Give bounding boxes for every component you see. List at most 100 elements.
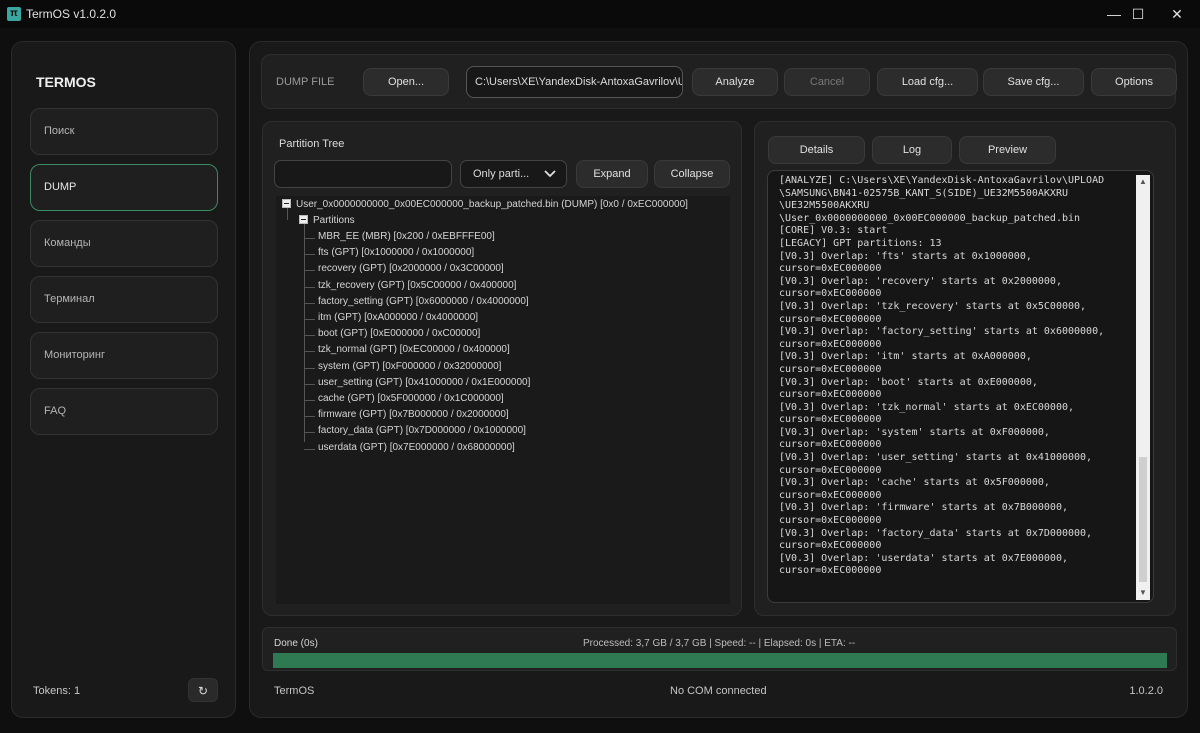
tree-node-label: cache (GPT) [0x5F000000 / 0x1C000000] — [318, 393, 504, 404]
details-log-output[interactable]: [ANALYZE] C:\Users\XE\YandexDisk-AntoxaG… — [767, 170, 1154, 603]
open-button[interactable]: Open... — [363, 68, 449, 96]
dump-file-label: DUMP FILE — [276, 76, 335, 88]
partition-node[interactable]: firmware (GPT) [0x7B000000 / 0x2000000] — [318, 409, 509, 420]
tree-node-label: tzk_recovery (GPT) [0x5C00000 / 0x400000… — [318, 279, 517, 291]
tree-node-label: MBR_EE (MBR) [0x200 / 0xEBFFFE00] — [318, 231, 495, 242]
scroll-down-arrow-icon[interactable]: ▼ — [1136, 586, 1150, 600]
tree-connector — [304, 238, 315, 239]
main-panel: DUMP FILE Open... C:\Users\XE\YandexDisk… — [249, 41, 1188, 718]
tree-connector — [304, 286, 315, 288]
tree-connector — [304, 448, 315, 450]
tree-connector — [304, 335, 315, 337]
sidebar-item-label: Терминал — [44, 293, 95, 305]
sidebar-item-label: DUMP — [44, 181, 77, 193]
collapse-icon[interactable] — [299, 214, 308, 224]
collapse-button[interactable]: Collapse — [654, 160, 730, 188]
tree-node-label: factory_data (GPT) [0x7D000000 / 0x10000… — [318, 425, 526, 437]
tree-connector — [304, 432, 315, 434]
tree-node-label: boot (GPT) [0xE000000 / 0xC00000] — [318, 328, 481, 340]
partition-node[interactable]: boot (GPT) [0xE000000 / 0xC00000] — [318, 328, 480, 339]
window-title: TermOS v1.0.2.0 — [26, 7, 117, 21]
partition-node[interactable]: user_setting (GPT) [0x41000000 / 0x1E000… — [318, 377, 530, 388]
partition-node[interactable]: tzk_normal (GPT) [0xEC00000 / 0x400000] — [318, 344, 510, 355]
expand-button[interactable]: Expand — [576, 160, 648, 188]
tree-connector — [304, 254, 315, 256]
tree-connector — [304, 302, 315, 304]
partition-filter-select[interactable]: Only parti... — [460, 160, 567, 188]
tree-search-input[interactable] — [274, 160, 452, 188]
close-button[interactable]: ✕ — [1154, 0, 1200, 28]
progress-stats: Processed: 3,7 GB / 3,7 GB | Speed: -- |… — [583, 638, 856, 649]
scroll-up-arrow-icon[interactable]: ▲ — [1136, 175, 1150, 189]
tree-connector — [304, 270, 315, 272]
footer-version: 1.0.2.0 — [1129, 685, 1163, 697]
tree-node-label: recovery (GPT) [0x2000000 / 0x3C00000] — [318, 263, 504, 275]
tab-log[interactable]: Log — [872, 136, 952, 164]
details-panel: Details Log Preview [ANALYZE] C:\Users\X… — [754, 121, 1176, 616]
partition-node[interactable]: itm (GPT) [0xA000000 / 0x4000000] — [318, 312, 478, 323]
sidebar-item-monitoring[interactable]: Мониторинг — [30, 332, 218, 379]
tree-node-label: tzk_normal (GPT) [0xEC00000 / 0x400000] — [318, 344, 510, 356]
tree-connector — [304, 383, 315, 385]
partition-node[interactable]: system (GPT) [0xF000000 / 0x32000000] — [318, 361, 501, 372]
partition-node[interactable]: MBR_EE (MBR) [0x200 / 0xEBFFFE00] — [318, 231, 495, 242]
sidebar-item-label: Мониторинг — [44, 349, 106, 361]
termos-logo-icon: π — [7, 7, 21, 21]
sidebar: TERMOS Поиск DUMP Команды Терминал Монит… — [11, 41, 236, 718]
options-button[interactable]: Options — [1091, 68, 1177, 96]
tree-connector — [304, 351, 315, 353]
title-bar: π TermOS v1.0.2.0 — ☐ ✕ — [0, 0, 1200, 28]
status-panel: Done (0s) Processed: 3,7 GB / 3,7 GB | S… — [262, 627, 1177, 671]
tree-node-label: firmware (GPT) [0x7B000000 / 0x2000000] — [318, 409, 509, 421]
partition-node[interactable]: factory_data (GPT) [0x7D000000 / 0x10000… — [318, 425, 526, 436]
save-cfg-button[interactable]: Save cfg... — [983, 68, 1084, 96]
cancel-button[interactable]: Cancel — [784, 68, 870, 96]
tree-node-label: user_setting (GPT) [0x41000000 / 0x1E000… — [318, 376, 531, 388]
tree-node-label: Partitions — [313, 215, 355, 226]
sidebar-item-faq[interactable]: FAQ — [30, 388, 218, 435]
log-scrollbar[interactable]: ▲ ▼ — [1136, 175, 1150, 600]
progress-bar — [273, 653, 1167, 668]
tree-connector — [304, 416, 315, 418]
refresh-button[interactable]: ↻ — [188, 678, 218, 702]
partition-node[interactable]: fts (GPT) [0x1000000 / 0x1000000] — [318, 247, 474, 258]
dump-toolbar: DUMP FILE Open... C:\Users\XE\YandexDisk… — [261, 54, 1177, 109]
progress-fill — [273, 653, 1167, 668]
tab-details[interactable]: Details — [768, 136, 865, 164]
scrollbar-thumb[interactable] — [1139, 457, 1147, 582]
sidebar-item-commands[interactable]: Команды — [30, 220, 218, 267]
partition-node[interactable]: recovery (GPT) [0x2000000 / 0x3C00000] — [318, 263, 504, 274]
sidebar-item-label: Поиск — [44, 125, 75, 137]
load-cfg-button[interactable]: Load cfg... — [877, 68, 978, 96]
tab-preview[interactable]: Preview — [959, 136, 1056, 164]
analyze-button[interactable]: Analyze — [692, 68, 778, 96]
tree-node-label: factory_setting (GPT) [0x6000000 / 0x400… — [318, 295, 529, 307]
tree-connector — [304, 400, 315, 401]
partition-node[interactable]: cache (GPT) [0x5F000000 / 0x1C000000] — [318, 393, 504, 404]
sidebar-item-dump[interactable]: DUMP — [30, 164, 218, 211]
tokens-counter: Tokens: 1 — [33, 685, 81, 697]
partition-node[interactable]: factory_setting (GPT) [0x6000000 / 0x400… — [318, 296, 529, 307]
tree-root-node[interactable]: User_0x0000000000_0x00EC000000_backup_pa… — [282, 198, 688, 210]
tree-node-label: system (GPT) [0xF000000 / 0x32000000] — [318, 360, 502, 372]
tree-group-node[interactable]: Partitions — [299, 214, 355, 226]
tree-node-label: userdata (GPT) [0x7E000000 / 0x68000000] — [318, 441, 515, 453]
sidebar-item-label: Команды — [44, 237, 91, 249]
dump-path-field[interactable]: C:\Users\XE\YandexDisk-AntoxaGavrilov\UP… — [466, 66, 683, 98]
tree-connector — [304, 319, 315, 320]
tree-connector — [304, 224, 305, 442]
partition-node[interactable]: tzk_recovery (GPT) [0x5C00000 / 0x400000… — [318, 280, 516, 291]
footer-app-name: TermOS — [274, 685, 315, 697]
log-text: [ANALYZE] C:\Users\XE\YandexDisk-AntoxaG… — [779, 175, 1105, 577]
partition-tree-title: Partition Tree — [279, 138, 345, 150]
partition-node[interactable]: userdata (GPT) [0x7E000000 / 0x68000000] — [318, 442, 515, 453]
sidebar-item-search[interactable]: Поиск — [30, 108, 218, 155]
collapse-icon[interactable] — [282, 198, 291, 208]
com-status: No COM connected — [670, 685, 767, 697]
partition-tree[interactable]: User_0x0000000000_0x00EC000000_backup_pa… — [276, 196, 730, 604]
partition-filter-value: Only parti... — [473, 168, 530, 180]
chevron-down-icon — [544, 161, 556, 197]
tree-node-label: User_0x0000000000_0x00EC000000_backup_pa… — [296, 199, 688, 210]
sidebar-item-terminal[interactable]: Терминал — [30, 276, 218, 323]
partition-tree-panel: Partition Tree Only parti... Expand Coll… — [262, 121, 742, 616]
